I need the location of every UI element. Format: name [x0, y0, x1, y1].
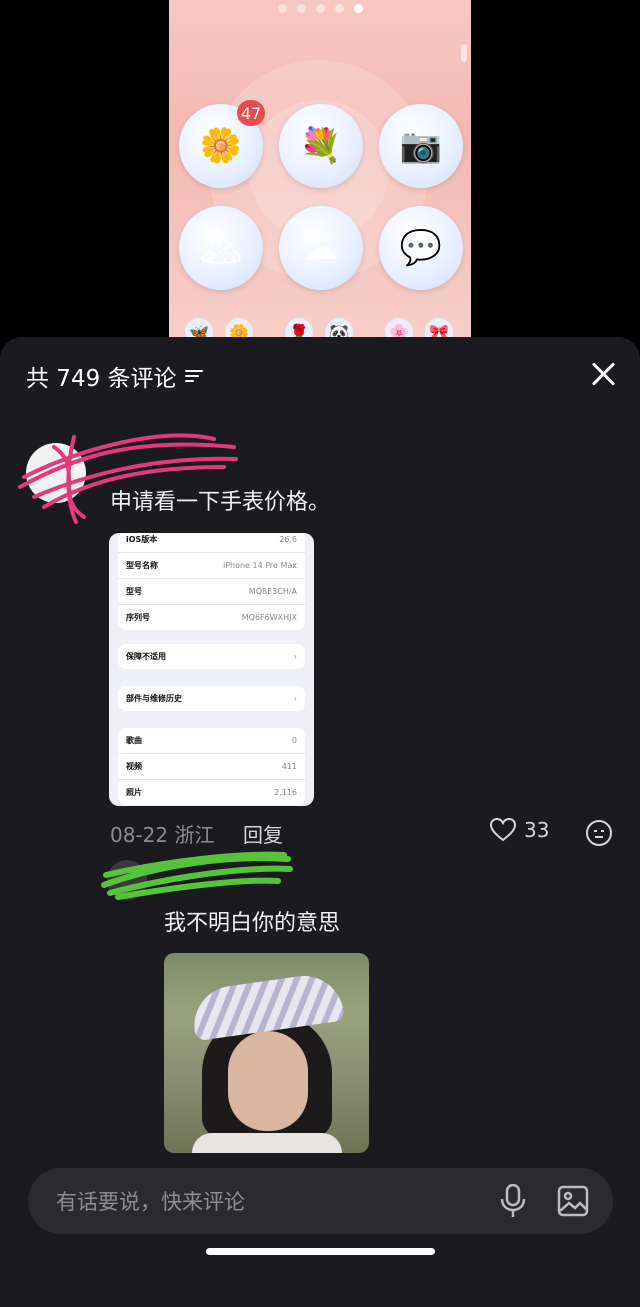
app-icon-4: 🏔 — [179, 206, 263, 290]
comment-date-location: 08-22 浙江 — [110, 823, 215, 847]
person-flower-icon: 💐 — [299, 126, 343, 166]
app-icon-1: 🌼 47 — [179, 100, 265, 188]
emoji-reaction-icon[interactable] — [586, 820, 612, 846]
comment-text: 申请看一下手表价格。 — [110, 490, 331, 515]
info-row: 视频 411 — [118, 754, 305, 780]
info-row: 部件与维修历史 › — [126, 694, 297, 703]
video-preview[interactable]: 🌼 47 💐 📷 🏔 ☁ 💬 🦋 🌼 🌹 🐼 🌸 🎀 — [169, 0, 471, 340]
comment-text: 我不明白你的意思 — [164, 911, 341, 936]
info-row: 歌曲 0 — [118, 728, 305, 754]
app-icon-6: 💬 — [379, 206, 463, 290]
image-icon[interactable] — [557, 1185, 589, 1217]
info-card: 部件与维修历史 › — [118, 686, 305, 711]
like-count: 33 — [524, 818, 550, 842]
close-button[interactable] — [588, 359, 618, 389]
like-button[interactable]: 33 — [490, 818, 549, 842]
chat-flower-icon: 💬 — [399, 228, 443, 268]
info-card: iOS版本 26.6 型号名称 iPhone 14 Pro Max 型号 MQ8E3C… — [118, 533, 305, 630]
microphone-icon[interactable] — [499, 1184, 527, 1218]
home-indicator[interactable] — [206, 1248, 435, 1255]
page-dots — [169, 4, 471, 13]
info-row: 型号 MQ8E3CH/A — [118, 579, 305, 605]
app-icon-2: 💐 — [279, 104, 363, 188]
info-card: 歌曲 0 视频 411 照片 2,116 — [118, 728, 305, 805]
info-row: iOS版本 26.6 — [118, 533, 305, 553]
camera-flower-icon: 📷 — [399, 126, 443, 166]
comment-sheet: 共 749 条评论 申请看一下手表价格。 iOS版本 26.6 型号名称 iPhon… — [0, 337, 640, 1307]
butterfly-flower-icon: 🌼 — [199, 126, 243, 166]
info-row: 序列号 MQ6F6WXHJX — [126, 613, 297, 622]
heart-icon — [490, 818, 516, 842]
avatar[interactable] — [26, 443, 86, 503]
sort-icon[interactable] — [184, 368, 203, 384]
info-row: 照片 2,116 — [126, 788, 297, 797]
attached-photo[interactable] — [164, 953, 369, 1153]
info-row: 保障不适用 › — [126, 652, 297, 661]
avatar[interactable] — [107, 860, 147, 900]
cloud-flower-icon: ☁ — [304, 228, 338, 268]
scroll-indicator — [461, 44, 467, 62]
info-card: 保障不适用 › — [118, 644, 305, 669]
mountain-flower-icon: 🏔 — [199, 228, 243, 268]
app-icon-3: 📷 — [379, 104, 463, 188]
notification-badge: 47 — [237, 100, 265, 126]
reply-button[interactable]: 回复 — [243, 819, 283, 848]
comment-count: 共 749 条评论 — [26, 366, 177, 392]
attached-screenshot[interactable]: iOS版本 26.6 型号名称 iPhone 14 Pro Max 型号 MQ8E3C… — [109, 533, 314, 806]
info-row: 型号名称 iPhone 14 Pro Max — [118, 553, 305, 579]
comment-count-header[interactable]: 共 749 条评论 — [26, 359, 203, 393]
comment-input-bar — [28, 1168, 613, 1236]
comment-input[interactable] — [28, 1168, 498, 1236]
app-icon-5: ☁ — [279, 206, 363, 290]
